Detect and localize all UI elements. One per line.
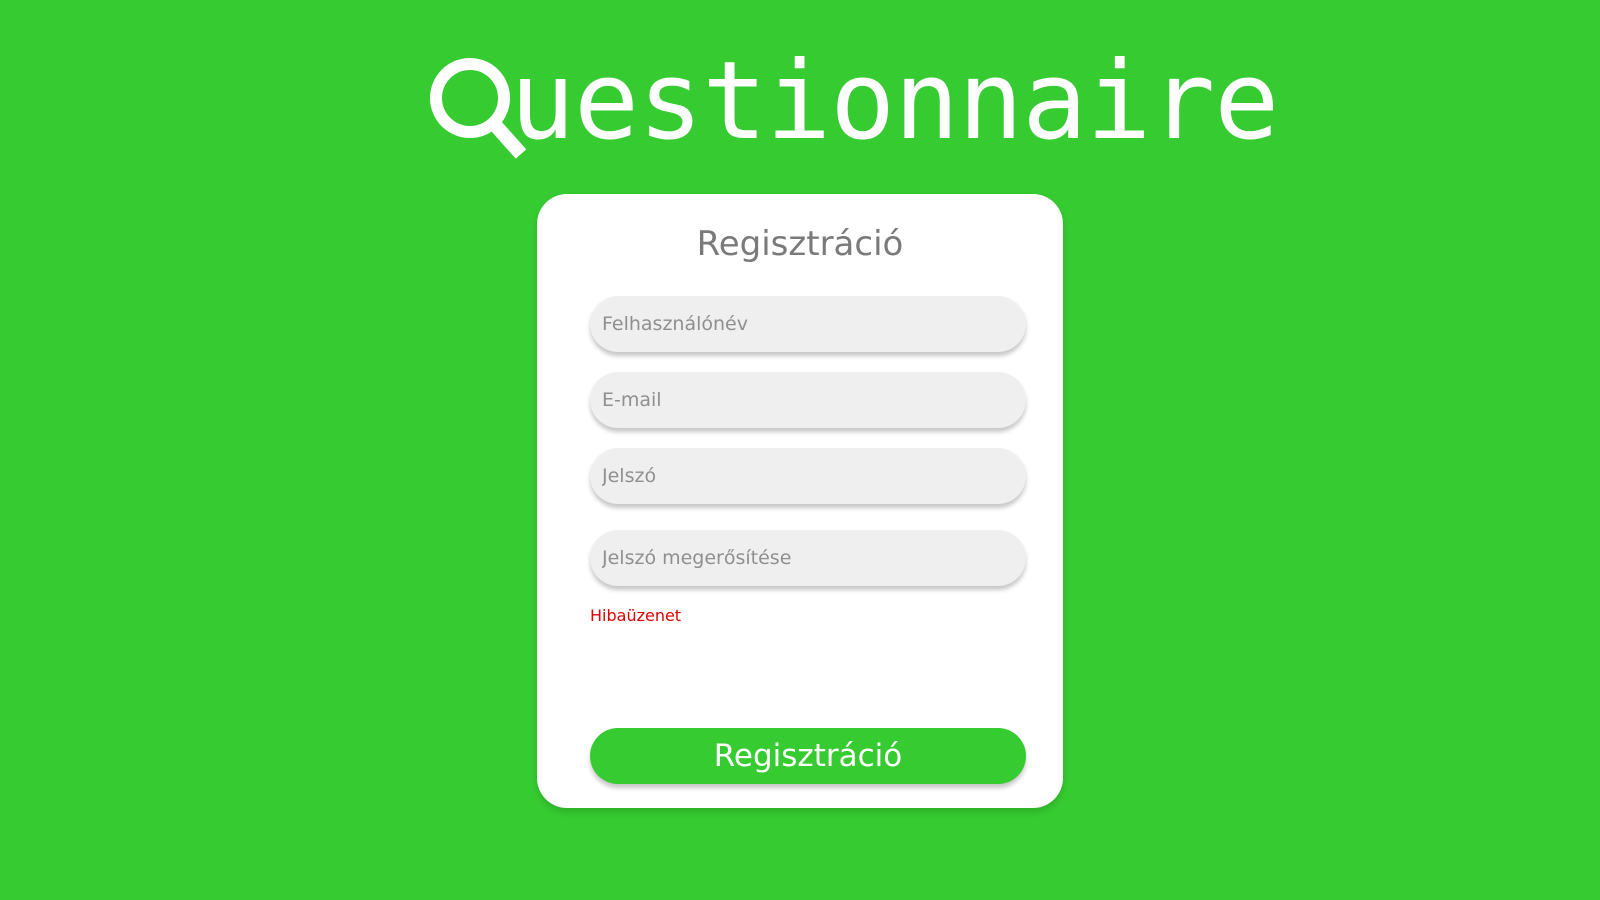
- registration-card: Regisztráció Hibaüzenet Regisztráció: [537, 194, 1063, 808]
- magnifier-icon: [428, 56, 530, 166]
- form-title: Regisztráció: [696, 224, 904, 264]
- email-input[interactable]: [590, 372, 1026, 428]
- password-confirm-input[interactable]: [590, 530, 1026, 586]
- register-button[interactable]: Regisztráció: [590, 728, 1026, 784]
- app-logo: uestionnaire: [428, 39, 1279, 166]
- password-input[interactable]: [590, 448, 1026, 504]
- logo-text: uestionnaire: [510, 39, 1279, 164]
- username-input[interactable]: [590, 296, 1026, 352]
- error-message: Hibaüzenet: [590, 606, 682, 625]
